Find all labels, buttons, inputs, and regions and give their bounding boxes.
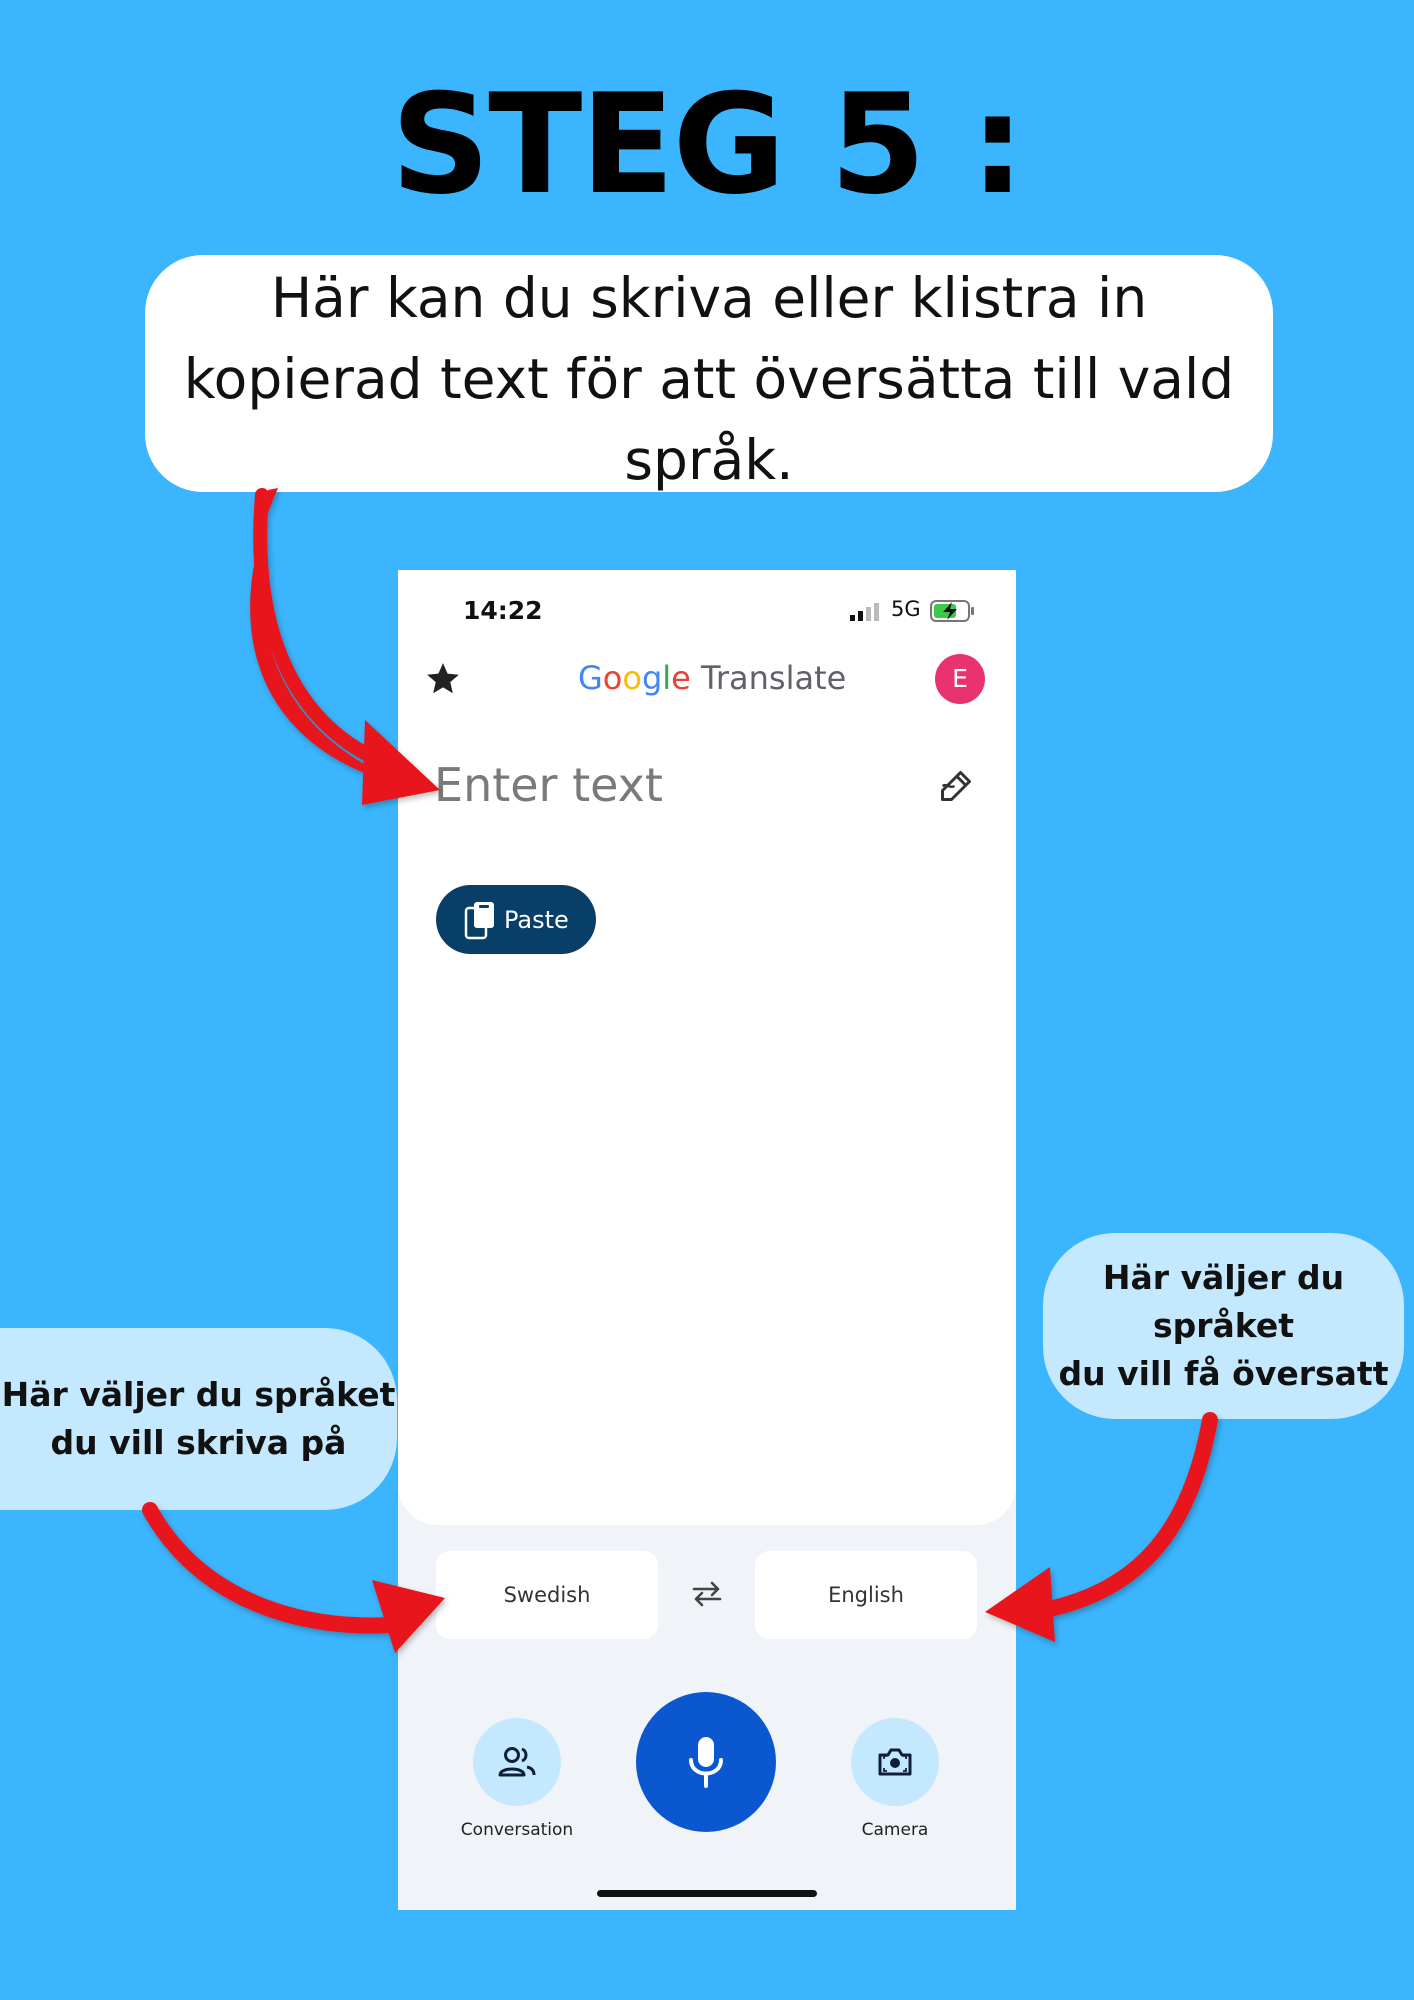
handwriting-icon[interactable] — [938, 768, 974, 804]
logo-letter: o — [602, 659, 623, 697]
paste-button[interactable]: Paste — [436, 885, 596, 954]
microphone-icon — [689, 1737, 723, 1788]
logo-letter: G — [578, 659, 603, 697]
callout-source-language: Här väljer du språket du vill skriva på — [0, 1328, 397, 1510]
people-icon — [498, 1747, 536, 1777]
signal-icon — [850, 603, 879, 621]
logo-translate: Translate — [701, 659, 847, 697]
camera-icon — [878, 1748, 912, 1776]
phone-screenshot: 14:22 5G Google Translate E Paste Swedis… — [398, 570, 1016, 1910]
battery-icon — [930, 600, 974, 622]
logo-letter: o — [622, 659, 642, 697]
app-logo: Google Translate — [578, 658, 846, 698]
callout-line: kopierad text för att översätta till val… — [183, 347, 1235, 411]
star-icon[interactable] — [424, 660, 462, 698]
logo-letter: l — [662, 659, 672, 697]
callout-line: du vill skriva på — [50, 1423, 347, 1462]
status-time: 14:22 — [463, 596, 543, 625]
arrow-to-target-language — [985, 1412, 1218, 1642]
source-text-input[interactable] — [434, 750, 914, 820]
input-panel — [398, 570, 1016, 1525]
conversation-button[interactable] — [473, 1718, 561, 1806]
callout-line: Här väljer du språket — [1, 1375, 396, 1414]
microphone-button[interactable] — [636, 1692, 776, 1832]
home-indicator[interactable] — [597, 1890, 817, 1897]
camera-button[interactable] — [851, 1718, 939, 1806]
camera-label: Camera — [861, 1820, 929, 1840]
callout-target-language: Här väljer du språket du vill få översat… — [1043, 1233, 1404, 1419]
target-language-button[interactable]: English — [755, 1551, 977, 1639]
conversation-label: Conversation — [460, 1820, 574, 1840]
avatar[interactable]: E — [935, 654, 985, 704]
paste-icon — [464, 901, 494, 939]
logo-letter: e — [671, 659, 691, 697]
callout-line: Här kan du skriva eller klistra in — [270, 266, 1148, 330]
callout-text-input: Här kan du skriva eller klistra in kopie… — [145, 255, 1273, 492]
paste-label: Paste — [504, 905, 569, 934]
step-title: STEG 5 : — [390, 64, 1025, 225]
callout-line: Här väljer du språket — [1102, 1258, 1345, 1345]
callout-line: du vill få översatt — [1058, 1354, 1389, 1393]
network-type: 5G — [891, 597, 921, 621]
callout-line: språk. — [624, 428, 794, 492]
logo-letter: g — [641, 659, 663, 697]
source-language-button[interactable]: Swedish — [436, 1551, 658, 1639]
swap-icon[interactable] — [690, 1579, 724, 1609]
